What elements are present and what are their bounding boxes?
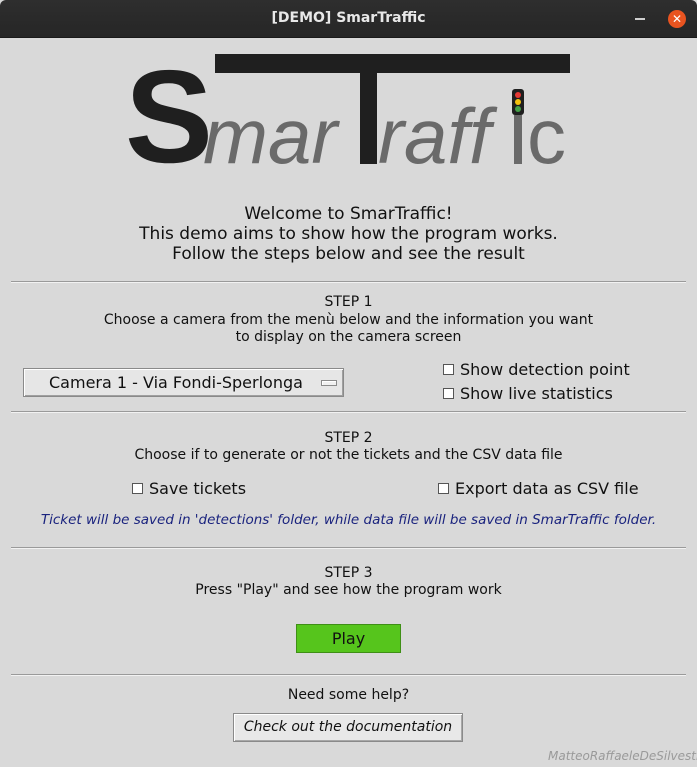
camera-select-value: Camera 1 - Via Fondi-Sperlonga <box>49 373 303 392</box>
divider <box>11 411 686 413</box>
save-location-note: Ticket will be saved in 'detections' fol… <box>40 512 657 528</box>
smartraffic-logo: S mar raff c <box>125 52 570 177</box>
show-live-statistics-checkbox[interactable]: Show live statistics <box>443 384 613 403</box>
checkbox-icon[interactable] <box>443 364 454 375</box>
divider <box>11 674 686 676</box>
step1-description-line-1: Choose a camera from the menù below and … <box>103 312 594 328</box>
logo-letter-s: S <box>125 52 213 177</box>
traffic-light-icon <box>512 89 524 115</box>
dropdown-indicator-icon <box>321 380 337 386</box>
save-tickets-label: Save tickets <box>149 479 247 498</box>
help-question: Need some help? <box>287 687 410 703</box>
checkbox-icon[interactable] <box>132 483 143 494</box>
show-live-statistics-label: Show live statistics <box>460 384 613 403</box>
title-bar: [DEMO] SmarTraffic ✕ <box>0 0 697 38</box>
welcome-line-3: Follow the steps below and see the resul… <box>172 244 525 264</box>
step1-description-line-2: to display on the camera screen <box>235 329 462 345</box>
show-detection-point-label: Show detection point <box>460 360 630 379</box>
divider <box>11 281 686 283</box>
show-detection-point-checkbox[interactable]: Show detection point <box>443 360 630 379</box>
step3-description: Press "Play" and see how the program wor… <box>195 582 502 598</box>
step3-title: STEP 3 <box>324 565 373 581</box>
play-button[interactable]: Play <box>296 624 401 653</box>
divider <box>11 547 686 549</box>
documentation-button[interactable]: Check out the documentation <box>233 713 463 742</box>
close-icon[interactable]: ✕ <box>668 10 686 28</box>
logo-text-mar: mar <box>203 92 340 177</box>
camera-select[interactable]: Camera 1 - Via Fondi-Sperlonga <box>23 368 344 397</box>
minimize-icon[interactable] <box>633 12 647 26</box>
author-signature: MatteoRaffaeleDeSilvestri <box>548 749 697 763</box>
window-title: [DEMO] SmarTraffic <box>271 10 426 26</box>
checkbox-icon[interactable] <box>438 483 449 494</box>
save-tickets-checkbox[interactable]: Save tickets <box>132 479 246 498</box>
step2-title: STEP 2 <box>324 430 373 446</box>
checkbox-icon[interactable] <box>443 388 454 399</box>
welcome-line-2: This demo aims to show how the program w… <box>139 224 558 244</box>
export-csv-checkbox[interactable]: Export data as CSV file <box>438 479 639 498</box>
logo-text-raff: raff <box>378 92 498 177</box>
logo-text-c: c <box>527 92 566 177</box>
step1-title: STEP 1 <box>324 294 373 310</box>
main-window: S mar raff c Welcome to SmarTraffic! Thi… <box>0 38 697 767</box>
welcome-line-1: Welcome to SmarTraffic! <box>244 204 453 224</box>
step2-description: Choose if to generate or not the tickets… <box>134 447 563 463</box>
export-csv-label: Export data as CSV file <box>455 479 639 498</box>
